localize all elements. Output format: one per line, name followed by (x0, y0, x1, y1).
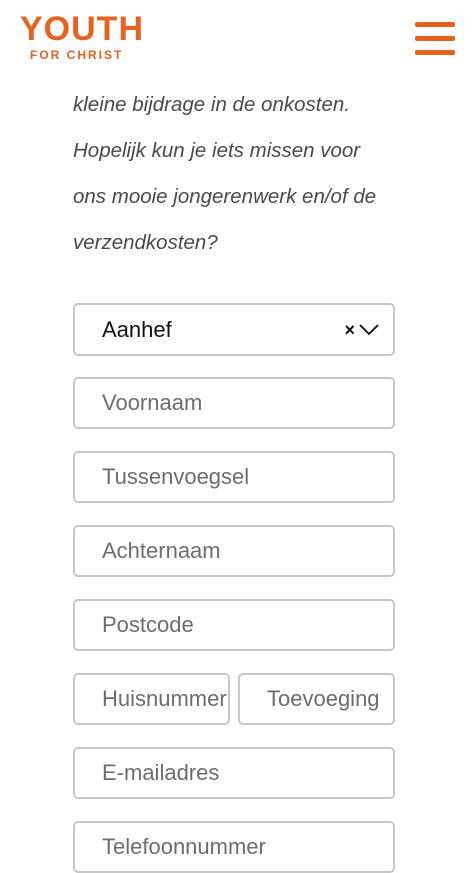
clear-icon[interactable]: × (344, 320, 355, 340)
salutation-select[interactable]: Aanhef × (73, 303, 395, 356)
menu-bar (415, 36, 455, 41)
postcode-input[interactable] (73, 599, 395, 651)
logo-wordmark: YOUTH (20, 10, 144, 48)
house-number-addition-input[interactable] (238, 673, 395, 725)
site-header: YOUTH FOR CHRIST (0, 0, 475, 80)
intro-line: Hopelijk kun je iets missen voor (73, 139, 361, 162)
house-number-input[interactable] (73, 673, 230, 725)
first-name-input[interactable] (73, 377, 395, 429)
menu-bar (415, 22, 455, 27)
logo-subtitle: FOR CHRIST (30, 48, 124, 62)
intro-line: verzendkosten? (73, 231, 218, 254)
chevron-down-icon[interactable] (357, 319, 381, 339)
email-input[interactable] (73, 747, 395, 799)
last-name-input[interactable] (73, 525, 395, 577)
intro-line: kleine bijdrage in de onkosten. (73, 93, 350, 116)
menu-bar (415, 50, 455, 55)
phone-input[interactable] (73, 821, 395, 873)
youth-for-christ-logo[interactable]: YOUTH FOR CHRIST (20, 12, 143, 64)
hamburger-menu-icon[interactable] (415, 22, 455, 56)
infix-input[interactable] (73, 451, 395, 503)
intro-text: kleine bijdrage in de onkosten. Hopelijk… (73, 82, 413, 266)
salutation-value: Aanhef (102, 317, 172, 342)
intro-line: ons mooie jongerenwerk en/of de (73, 185, 377, 208)
